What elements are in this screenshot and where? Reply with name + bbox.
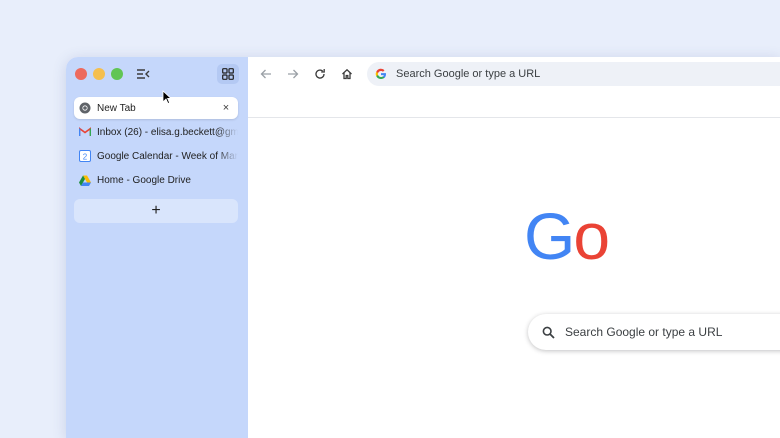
omnibox-text: Search Google or type a URL: [396, 68, 541, 80]
browser-window: New Tab × Inbox (26) - elisa.g.beckett@g…: [66, 57, 780, 438]
omnibox[interactable]: Search Google or type a URL: [367, 62, 780, 86]
back-button[interactable]: [258, 66, 274, 82]
tab-new-tab[interactable]: New Tab ×: [74, 97, 238, 119]
close-tab-icon[interactable]: ×: [220, 102, 232, 114]
new-tab-page: [248, 118, 780, 438]
collapse-sidebar-icon[interactable]: [135, 66, 151, 82]
drive-icon: [79, 174, 91, 186]
tab-search-button[interactable]: [217, 64, 239, 84]
google-g-icon: [375, 68, 386, 80]
chrome-icon: [79, 102, 91, 114]
arrow-right-icon: [288, 69, 299, 79]
minimize-window-button[interactable]: [93, 68, 105, 80]
gmail-icon: [79, 126, 91, 138]
tab-title: Home - Google Drive: [97, 174, 191, 186]
tab-title: Google Calendar - Week of March: [97, 150, 238, 162]
home-icon: [342, 68, 352, 80]
tab-gmail[interactable]: Inbox (26) - elisa.g.beckett@gmail.com: [74, 121, 238, 143]
window-controls: [75, 68, 123, 80]
calendar-icon: 2: [79, 150, 91, 162]
arrow-left-icon: [260, 69, 271, 79]
bookmarks-bar: [248, 91, 780, 118]
tab-drive[interactable]: Home - Google Drive: [74, 169, 238, 191]
ntp-search-box[interactable]: Search Google or type a URL: [528, 314, 780, 350]
plus-icon: +: [151, 202, 161, 219]
mouse-cursor-icon: [162, 90, 172, 104]
tab-title: Inbox (26) - elisa.g.beckett@gmail.com: [97, 126, 238, 138]
reload-icon: [315, 69, 325, 79]
grid-icon: [222, 68, 234, 80]
google-logo: Go: [524, 199, 610, 273]
reload-button[interactable]: [312, 66, 328, 82]
home-button[interactable]: [339, 66, 355, 82]
tab-calendar[interactable]: 2 Google Calendar - Week of March: [74, 145, 238, 167]
vertical-tab-sidebar: New Tab × Inbox (26) - elisa.g.beckett@g…: [66, 57, 248, 438]
new-tab-button[interactable]: +: [74, 199, 238, 223]
tab-title: New Tab: [97, 102, 136, 114]
svg-text:2: 2: [83, 153, 88, 162]
search-placeholder: Search Google or type a URL: [565, 325, 723, 339]
close-window-button[interactable]: [75, 68, 87, 80]
search-icon: [542, 326, 555, 339]
maximize-window-button[interactable]: [111, 68, 123, 80]
toolbar: Search Google or type a URL: [248, 57, 780, 91]
forward-button[interactable]: [285, 66, 301, 82]
